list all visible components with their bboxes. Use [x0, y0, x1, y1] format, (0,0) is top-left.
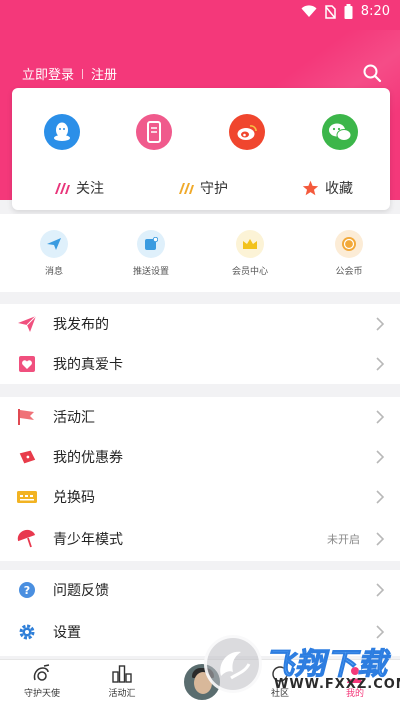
send-icon — [17, 314, 37, 334]
phone-icon[interactable] — [136, 114, 172, 150]
push-settings-icon — [137, 230, 165, 258]
menu-item-youth-mode[interactable]: 青少年模式 未开启 — [0, 517, 400, 561]
menu-label: 我发布的 — [53, 317, 109, 333]
avatar[interactable] — [182, 662, 222, 702]
follow-icon — [55, 183, 70, 194]
question-icon: ? — [17, 580, 37, 600]
quick-access: 消息 推送设置 会员中心 公会币 — [0, 214, 400, 292]
menu-group-2: 活动汇 我的优惠券 兑换码 青少年模式 未开启 — [0, 397, 400, 561]
weibo-icon[interactable] — [229, 114, 265, 150]
status-bar: 8:20 — [0, 0, 400, 24]
no-sim-icon — [325, 4, 336, 19]
quick-message[interactable]: 消息 — [14, 230, 94, 277]
menu-label: 设置 — [53, 625, 81, 641]
social-card: 关注 守护 收藏 — [12, 88, 390, 210]
menu-item-settings[interactable]: 设置 — [0, 610, 400, 654]
tab-favorites[interactable]: 收藏 — [302, 178, 353, 198]
tab-favorites-label: 收藏 — [325, 181, 353, 197]
community-icon — [272, 666, 288, 682]
menu-label: 青少年模式 — [53, 532, 123, 548]
mine-icon — [347, 667, 363, 683]
menu-item-love-card[interactable]: 我的真爱卡 — [0, 344, 400, 384]
qq-icon[interactable] — [44, 114, 80, 150]
tab-activities[interactable]: 活动汇 — [92, 664, 152, 699]
menu-item-my-posts[interactable]: 我发布的 — [0, 304, 400, 344]
battery-icon — [344, 4, 353, 19]
tab-follow[interactable]: 关注 — [54, 178, 104, 198]
avatar-face — [194, 672, 212, 694]
guard-icon — [179, 183, 194, 194]
quick-push-label: 推送设置 — [132, 267, 169, 277]
chevron-right-icon — [374, 489, 386, 505]
message-icon — [40, 230, 68, 258]
menu-label: 问题反馈 — [53, 583, 109, 599]
auth-divider — [82, 68, 84, 79]
tab-label: 守护天使 — [23, 689, 60, 699]
coin-icon — [335, 230, 363, 258]
heart-card-icon — [17, 354, 37, 374]
flag-icon — [17, 407, 37, 427]
menu-label: 我的真爱卡 — [53, 357, 123, 373]
tab-label: 我的 — [345, 689, 364, 699]
tab-mine[interactable]: 我的 — [325, 664, 385, 699]
quick-member-center[interactable]: 会员中心 — [210, 230, 290, 277]
quick-message-label: 消息 — [44, 267, 63, 277]
menu-item-activities[interactable]: 活动汇 — [0, 397, 400, 437]
menu-label: 我的优惠券 — [53, 450, 123, 466]
tab-label: 社区 — [270, 689, 289, 699]
activity-icon — [112, 665, 132, 683]
quick-member-label: 会员中心 — [231, 267, 268, 277]
crown-icon — [236, 230, 264, 258]
menu-group-1: 我发布的 我的真爱卡 — [0, 304, 400, 384]
register-link[interactable]: 注册 — [91, 64, 117, 83]
tab-follow-label: 关注 — [76, 181, 104, 197]
quick-push-settings[interactable]: 推送设置 — [111, 230, 191, 277]
menu-item-feedback[interactable]: ? 问题反馈 — [0, 570, 400, 610]
tab-guard-label: 守护 — [200, 181, 228, 197]
chevron-right-icon — [374, 531, 386, 547]
angel-icon — [33, 664, 50, 681]
status-time: 8:20 — [360, 4, 390, 19]
tab-guardian-angel[interactable]: 守护天使 — [12, 664, 72, 699]
search-icon[interactable] — [362, 63, 382, 83]
coupon-icon — [17, 447, 37, 467]
quick-guild-coin[interactable]: 公会币 — [309, 230, 389, 277]
menu-label: 活动汇 — [53, 410, 95, 426]
chevron-right-icon — [374, 624, 386, 640]
chevron-right-icon — [374, 356, 386, 372]
chevron-right-icon — [374, 582, 386, 598]
quick-coin-label: 公会币 — [335, 267, 363, 277]
tab-guard[interactable]: 守护 — [178, 178, 228, 198]
auth-links: 立即登录 注册 — [22, 64, 117, 83]
wifi-icon — [301, 5, 317, 18]
menu-label: 兑换码 — [53, 490, 95, 506]
chevron-right-icon — [374, 316, 386, 332]
wechat-icon[interactable] — [322, 114, 358, 150]
menu-group-3: ? 问题反馈 设置 — [0, 570, 400, 656]
chevron-right-icon — [374, 409, 386, 425]
code-icon — [17, 487, 37, 507]
menu-item-coupons[interactable]: 我的优惠券 — [0, 437, 400, 477]
chevron-right-icon — [374, 449, 386, 465]
umbrella-icon — [17, 529, 37, 549]
menu-item-redeem-code[interactable]: 兑换码 — [0, 477, 400, 517]
login-link[interactable]: 立即登录 — [22, 64, 74, 83]
youth-mode-status: 未开启 — [327, 533, 360, 546]
gear-icon — [17, 622, 37, 642]
svg-text:?: ? — [24, 584, 30, 597]
tab-label: 活动汇 — [108, 689, 136, 699]
star-icon — [302, 180, 319, 196]
tab-community[interactable]: 社区 — [250, 664, 310, 699]
